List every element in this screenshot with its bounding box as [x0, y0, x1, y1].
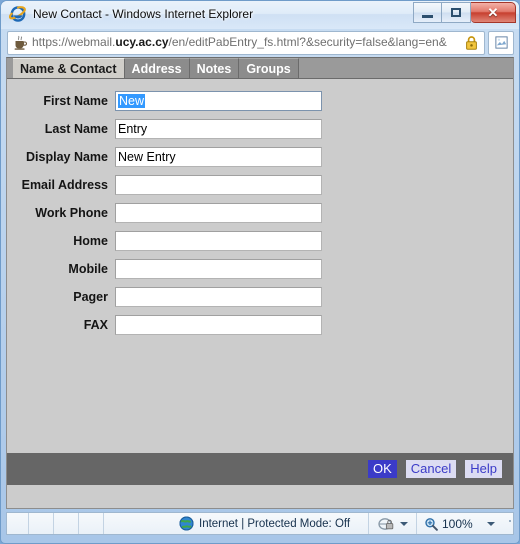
url-subdomain: webmail.: [68, 35, 116, 49]
status-cell-4: [79, 513, 104, 534]
title-bar-left: New Contact - Windows Internet Explorer: [8, 5, 254, 23]
security-zone-indicator[interactable]: Internet | Protected Mode: Off: [104, 513, 369, 534]
page-report-button[interactable]: [488, 30, 514, 55]
display-name-input[interactable]: New Entry: [115, 147, 322, 167]
email-address-input[interactable]: [115, 175, 322, 195]
pager-label: Pager: [73, 290, 108, 304]
first-name-input[interactable]: New: [115, 91, 322, 111]
url-domain: ucy.ac.cy: [115, 35, 169, 49]
status-cell-1: [7, 513, 29, 534]
email-address-label: Email Address: [21, 178, 108, 192]
field-row-first-name: First Name New: [7, 91, 513, 111]
address-url-text: https://webmail.ucy.ac.cy/en/editPabEntr…: [32, 34, 464, 51]
tab-name-and-contact[interactable]: Name & Contact: [13, 58, 125, 78]
chevron-down-icon: [399, 521, 408, 526]
display-name-value: New Entry: [118, 150, 176, 164]
address-input[interactable]: https://webmail.ucy.ac.cy/en/editPabEntr…: [7, 30, 485, 55]
tab-strip: Name & Contact Address Notes Groups: [7, 58, 513, 79]
work-phone-input[interactable]: [115, 203, 322, 223]
tab-label: Notes: [196, 61, 232, 76]
page-report-icon: [494, 36, 508, 49]
field-row-home: Home: [7, 231, 513, 251]
tab-label: Name & Contact: [20, 61, 117, 76]
fax-label: FAX: [83, 318, 108, 332]
url-scheme: https://: [32, 35, 69, 49]
window-controls: ✕: [413, 2, 516, 23]
last-name-value: Entry: [118, 122, 148, 136]
field-row-pager: Pager: [7, 287, 513, 307]
browser-window: New Contact - Windows Internet Explorer …: [0, 0, 520, 544]
cancel-button[interactable]: Cancel: [405, 460, 457, 478]
help-button[interactable]: Help: [465, 460, 502, 478]
status-cell-2: [29, 513, 54, 534]
field-row-mobile: Mobile: [7, 259, 513, 279]
field-row-display-name: Display Name New Entry: [7, 147, 513, 167]
status-cell-3: [54, 513, 79, 534]
first-name-value: New: [118, 94, 146, 108]
security-zone-text: Internet | Protected Mode: Off: [199, 517, 351, 530]
zoom-control[interactable]: 100%: [417, 513, 513, 534]
chevron-down-icon: [486, 521, 495, 526]
java-coffee-cup-icon: [12, 34, 29, 51]
mobile-label: Mobile: [68, 262, 108, 276]
globe-icon: [179, 516, 194, 531]
home-input[interactable]: [115, 231, 322, 251]
padlock-icon[interactable]: [464, 35, 479, 51]
privacy-report-icon: [377, 517, 395, 531]
window-title: New Contact - Windows Internet Explorer: [33, 7, 254, 21]
close-icon: ✕: [487, 5, 499, 20]
tab-notes[interactable]: Notes: [189, 58, 240, 78]
first-name-label: First Name: [43, 94, 108, 108]
last-name-label: Last Name: [44, 122, 108, 136]
contact-form: First Name New Last Name Entry Display N…: [7, 79, 513, 485]
tab-label: Groups: [246, 61, 291, 76]
mobile-input[interactable]: [115, 259, 322, 279]
address-bar: https://webmail.ucy.ac.cy/en/editPabEntr…: [1, 29, 519, 57]
field-row-last-name: Last Name Entry: [7, 119, 513, 139]
home-label: Home: [73, 234, 108, 248]
minimize-button[interactable]: [413, 2, 442, 23]
field-row-email-address: Email Address: [7, 175, 513, 195]
internet-explorer-icon: [8, 5, 27, 23]
pager-input[interactable]: [115, 287, 322, 307]
restore-button[interactable]: [442, 2, 471, 23]
privacy-report-button[interactable]: [369, 513, 417, 534]
last-name-input[interactable]: Entry: [115, 119, 322, 139]
restore-icon: [451, 8, 461, 17]
tab-groups[interactable]: Groups: [239, 58, 299, 78]
url-path: /en/editPabEntry_fs.html?&security=false…: [168, 35, 447, 49]
status-bar: Internet | Protected Mode: Off 100%: [6, 512, 514, 535]
zoom-level-label: 100%: [442, 516, 473, 531]
minimize-icon: [422, 14, 433, 18]
title-bar: New Contact - Windows Internet Explorer …: [1, 1, 519, 29]
tab-address[interactable]: Address: [124, 58, 190, 78]
work-phone-label: Work Phone: [35, 206, 108, 220]
fax-input[interactable]: [115, 315, 322, 335]
ok-button[interactable]: OK: [367, 460, 397, 478]
display-name-label: Display Name: [26, 150, 108, 164]
zoom-magnifier-icon: [424, 517, 438, 531]
tab-label: Address: [131, 61, 182, 76]
dialog-button-bar: OK Cancel Help: [7, 453, 513, 485]
close-button[interactable]: ✕: [471, 2, 516, 23]
field-row-work-phone: Work Phone: [7, 203, 513, 223]
field-row-fax: FAX: [7, 315, 513, 335]
document-area: Name & Contact Address Notes Groups Firs…: [6, 57, 514, 509]
